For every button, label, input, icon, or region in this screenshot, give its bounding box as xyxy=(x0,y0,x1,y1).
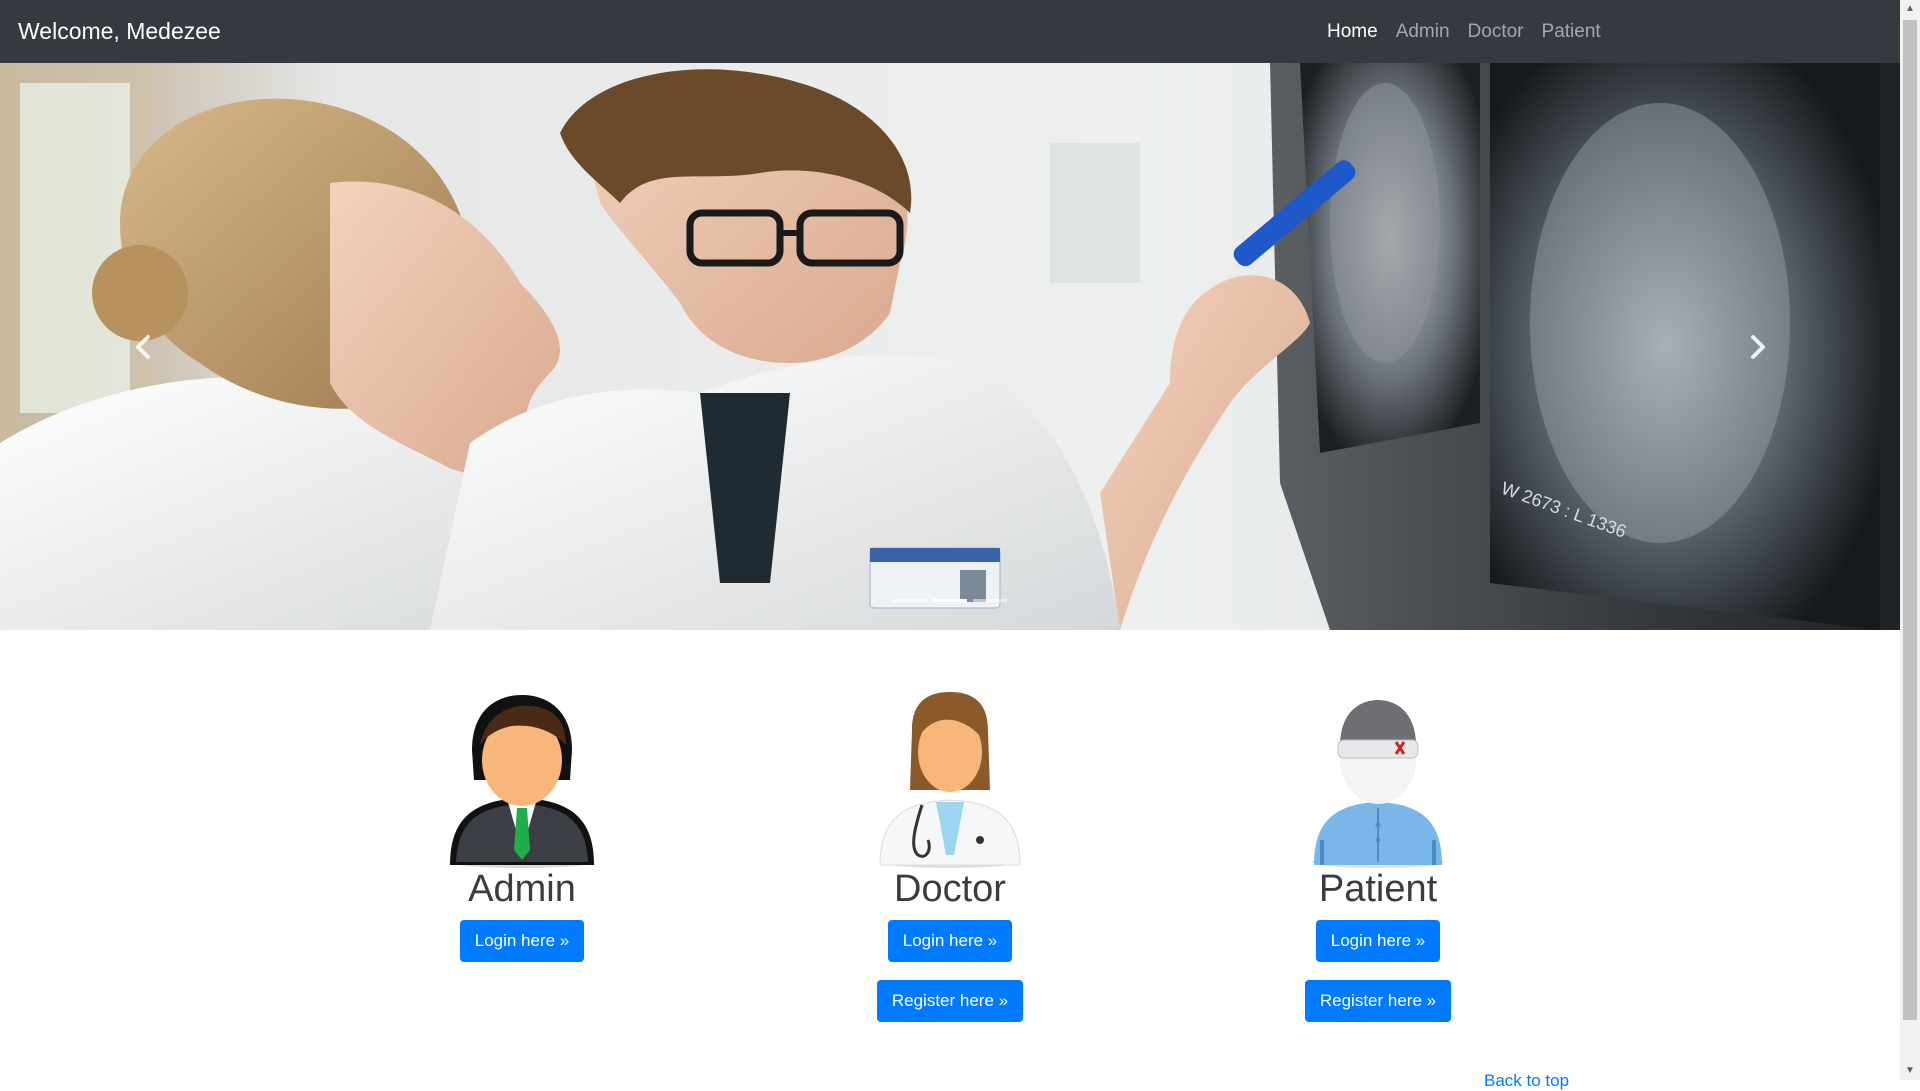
scrollbar-thumb[interactable] xyxy=(1903,20,1917,1020)
scroll-up-icon[interactable]: ▲ xyxy=(1900,0,1920,18)
doctor-login-button[interactable]: Login here » xyxy=(887,920,1013,962)
nav-links: Home Admin Doctor Patient xyxy=(1318,0,1610,63)
admin-avatar-icon xyxy=(450,695,594,868)
back-to-top-link[interactable]: Back to top xyxy=(1484,1071,1569,1091)
chevron-right-icon xyxy=(1750,334,1765,359)
doctor-register-button[interactable]: Register here » xyxy=(876,980,1024,1022)
doctor-title: Doctor xyxy=(894,868,1006,910)
navbar-brand[interactable]: Welcome, Medezee xyxy=(18,0,221,63)
carousel-next-button[interactable] xyxy=(1615,63,1900,630)
top-navbar: Welcome, Medezee Home Admin Doctor Patie… xyxy=(0,0,1900,63)
carousel-prev-button[interactable] xyxy=(0,63,285,630)
doctor-card: Doctor Login here » Register here » xyxy=(800,690,1100,1022)
chevron-left-icon xyxy=(135,334,150,359)
vertical-scrollbar[interactable]: ▲ ▼ xyxy=(1900,0,1920,1080)
carousel-indicator-2[interactable] xyxy=(933,599,967,602)
carousel-indicator-1[interactable] xyxy=(893,599,927,602)
patient-avatar-icon xyxy=(1312,700,1444,868)
patient-card: Patient Login here » Register here » xyxy=(1228,690,1528,1022)
carousel-indicator-3[interactable] xyxy=(973,599,1007,602)
admin-login-button[interactable]: Login here » xyxy=(459,920,585,962)
scroll-down-icon[interactable]: ▼ xyxy=(1900,1062,1920,1080)
nav-link-doctor[interactable]: Doctor xyxy=(1459,21,1533,43)
patient-login-button[interactable]: Login here » xyxy=(1315,920,1441,962)
nav-link-home[interactable]: Home xyxy=(1318,21,1387,43)
doctor-avatar-icon xyxy=(879,692,1021,868)
patient-register-button[interactable]: Register here » xyxy=(1304,980,1452,1022)
patient-title: Patient xyxy=(1318,868,1438,910)
admin-title: Admin xyxy=(468,868,576,910)
carousel-indicators xyxy=(0,599,1900,602)
nav-link-admin[interactable]: Admin xyxy=(1387,21,1459,43)
nav-link-patient[interactable]: Patient xyxy=(1533,21,1610,43)
hero-carousel: W 2673 : L 1336 xyxy=(0,63,1900,630)
admin-card: Admin Login here » xyxy=(372,690,672,962)
